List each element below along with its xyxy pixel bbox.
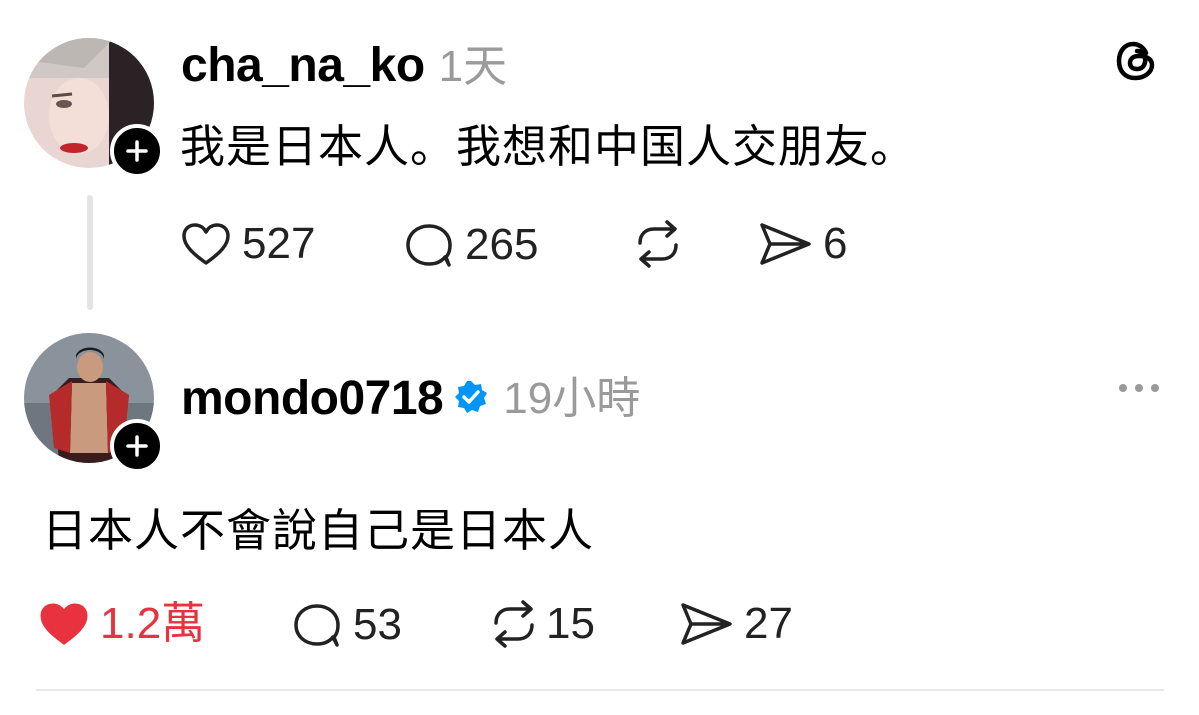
like-button[interactable]: 527 bbox=[180, 221, 315, 267]
reply-repost-count: 15 bbox=[546, 599, 595, 648]
repost-icon bbox=[494, 600, 534, 648]
reply-like-button[interactable]: 1.2萬 bbox=[38, 601, 205, 647]
reply-username[interactable]: mondo0718 bbox=[181, 375, 444, 423]
send-icon bbox=[760, 223, 811, 265]
divider bbox=[36, 689, 1164, 691]
reply-like-count: 1.2萬 bbox=[100, 599, 206, 648]
like-count: 527 bbox=[242, 219, 316, 268]
reply-header: mondo0718 19小時 bbox=[181, 375, 640, 423]
username[interactable]: cha_na_ko bbox=[181, 42, 425, 90]
post-header: cha_na_ko 1天 bbox=[181, 42, 507, 90]
reply-reply-count: 53 bbox=[353, 600, 402, 649]
reply-text: 日本人不會說自己是日本人 bbox=[42, 505, 595, 556]
reply-button[interactable]: 265 bbox=[403, 221, 538, 269]
reply-share-button[interactable]: 27 bbox=[678, 601, 793, 647]
reply-count: 265 bbox=[465, 220, 539, 269]
reply-repost-button[interactable]: 15 bbox=[488, 599, 595, 649]
plus-icon bbox=[126, 435, 148, 457]
heart-icon bbox=[182, 223, 230, 265]
post-time: 1天 bbox=[438, 42, 508, 91]
reply-share-count: 27 bbox=[744, 599, 793, 648]
reply-time: 19小時 bbox=[503, 374, 641, 423]
comment-icon bbox=[294, 604, 340, 647]
verified-badge-icon bbox=[453, 379, 489, 420]
threads-logo-icon bbox=[1112, 36, 1162, 91]
reply-reply-button[interactable]: 53 bbox=[291, 601, 402, 649]
heart-icon bbox=[40, 603, 88, 645]
follow-button-mondo0718[interactable] bbox=[110, 419, 164, 473]
post-text: 我是日本人。我想和中国人交朋友。 bbox=[180, 121, 917, 172]
share-button[interactable]: 6 bbox=[757, 221, 847, 267]
send-icon bbox=[681, 603, 732, 645]
plus-icon bbox=[126, 140, 148, 162]
repost-button[interactable] bbox=[632, 219, 684, 269]
thread-line bbox=[87, 195, 93, 310]
follow-button-cha-na-ko[interactable] bbox=[110, 124, 164, 178]
more-dots-icon[interactable] bbox=[1117, 378, 1161, 403]
share-count: 6 bbox=[823, 219, 848, 268]
comment-icon bbox=[406, 224, 452, 267]
repost-icon bbox=[638, 220, 678, 268]
